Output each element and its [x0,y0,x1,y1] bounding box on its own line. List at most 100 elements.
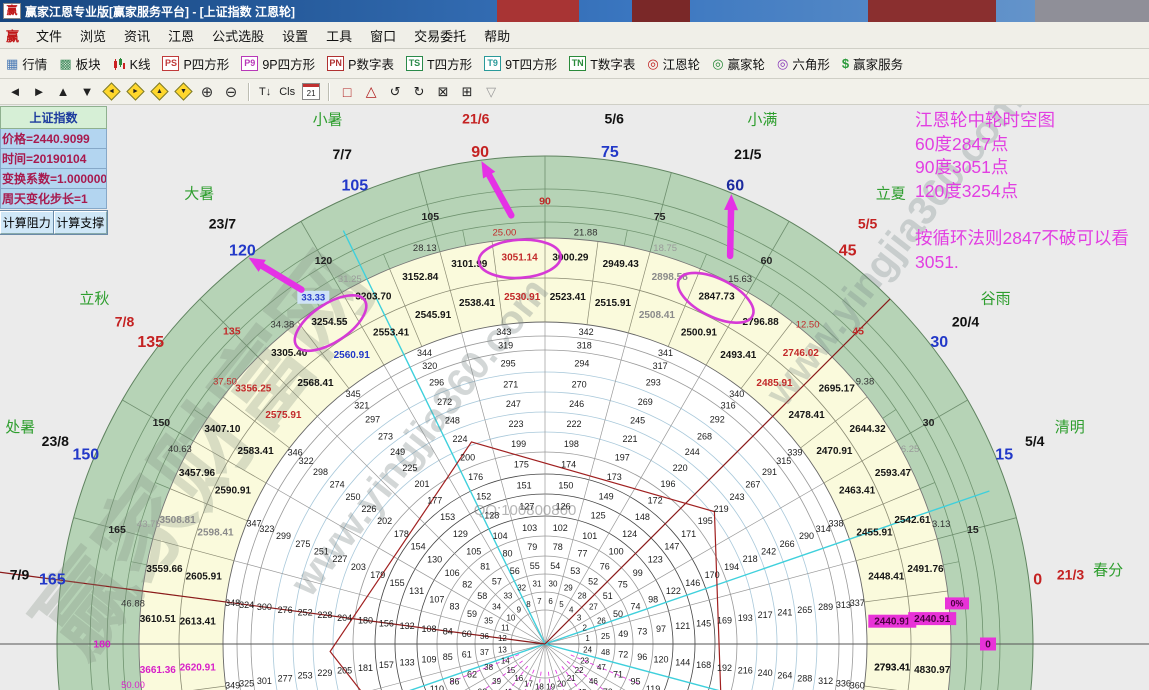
gann-wheel-chart-area: 赢家财富网www.yingjia360.comwww.yingjia360.co… [0,105,1149,690]
svg-text:222: 222 [566,419,581,429]
svg-text:8: 8 [526,600,531,609]
toolbutton-P数字表[interactable]: PNP数字表 [321,52,400,75]
menu-公式选股[interactable]: 公式选股 [203,26,273,47]
nav-first-icon[interactable]: ◄ [4,82,26,102]
nav-up-icon[interactable]: ▲ [52,82,74,102]
menu-帮助[interactable]: 帮助 [475,26,519,47]
svg-text:27: 27 [589,603,598,612]
toolbutton-T四方形[interactable]: TST四方形 [400,52,478,75]
menu-江恩[interactable]: 江恩 [159,26,203,47]
svg-text:9: 9 [517,606,522,615]
kline-icon [113,57,126,71]
svg-text:105: 105 [466,546,481,556]
toolbutton-K线[interactable]: K线 [107,52,157,75]
cls-button[interactable]: Cls [276,82,298,102]
menu-资讯[interactable]: 资讯 [115,26,159,47]
toolbutton-赢家服务[interactable]: $赢家服务 [836,52,909,75]
svg-text:2455.91: 2455.91 [856,528,893,539]
toolbutton-江恩轮[interactable]: ◎江恩轮 [641,52,706,75]
svg-text:3000.29: 3000.29 [552,252,589,263]
shift-up-icon[interactable]: ▲ [148,82,170,102]
svg-text:339: 339 [787,447,802,457]
menu-工具[interactable]: 工具 [317,26,361,47]
updown-scale-icon[interactable]: T↓ [256,82,274,102]
button-计算支撑[interactable]: 计算支撑 [54,211,108,234]
svg-text:2463.41: 2463.41 [839,486,876,497]
zoom-in-icon[interactable]: ⊕ [196,82,218,102]
svg-text:58: 58 [477,591,487,601]
toolbutton-板块[interactable]: ▩板块 [53,52,106,75]
menu-交易委托[interactable]: 交易委托 [405,26,475,47]
svg-text:61: 61 [462,650,472,660]
toolbutton-9P四方形[interactable]: P99P四方形 [235,52,321,75]
toolbutton-赢家轮[interactable]: ◎赢家轮 [706,52,771,75]
svg-text:251: 251 [314,547,329,557]
outer-degree-label: 135 [137,334,164,351]
svg-text:103: 103 [522,523,537,533]
svg-text:2478.41: 2478.41 [789,410,826,421]
nav-next-icon[interactable]: ► [28,82,50,102]
svg-text:128: 128 [484,511,499,521]
menu-设置[interactable]: 设置 [273,26,317,47]
svg-text:342: 342 [579,327,594,337]
svg-text:275: 275 [295,539,310,549]
clear-icon[interactable]: ▽ [480,82,502,102]
svg-text:3051.14: 3051.14 [502,252,539,263]
zoom-out-icon[interactable]: ⊖ [220,82,242,102]
outer-degree-label: 60 [726,177,744,194]
svg-text:220: 220 [673,463,688,473]
rotate-ccw-icon[interactable]: ↺ [384,82,406,102]
square-tool-icon[interactable]: □ [336,82,358,102]
toolbutton-六角形[interactable]: ◎六角形 [771,52,836,75]
svg-text:153: 153 [440,512,455,522]
svg-text:31.25: 31.25 [338,274,362,285]
note-line: 江恩轮中轮时空图 [915,109,1147,133]
nav-down-icon[interactable]: ▼ [76,82,98,102]
svg-text:316: 316 [721,400,736,410]
svg-text:72: 72 [618,650,628,660]
shift-down-icon[interactable]: ▼ [172,82,194,102]
svg-text:227: 227 [332,554,347,564]
shift-right-icon[interactable]: ► [124,82,146,102]
svg-text:2523.41: 2523.41 [550,292,587,303]
svg-text:172: 172 [648,496,663,506]
app-logo: 赢 [6,26,19,45]
svg-text:15: 15 [967,524,979,536]
svg-text:21.88: 21.88 [574,227,598,238]
outer-degree-label: 30 [930,334,948,351]
svg-text:11: 11 [501,623,510,632]
svg-text:133: 133 [400,657,415,667]
svg-text:7/8: 7/8 [115,313,135,329]
svg-text:205: 205 [337,666,352,676]
svg-text:31: 31 [533,579,542,588]
toolbutton-P四方形[interactable]: PSP四方形 [156,52,235,75]
svg-text:100: 100 [609,546,624,556]
menu-文件[interactable]: 文件 [27,26,71,47]
svg-text:97: 97 [656,624,666,634]
svg-text:152: 152 [476,491,491,501]
svg-text:73: 73 [637,626,647,636]
rotate-cw-icon[interactable]: ↻ [408,82,430,102]
button-计算阻力[interactable]: 计算阻力 [0,211,54,234]
svg-text:300: 300 [257,602,272,612]
toolbutton-9T四方形[interactable]: T99T四方形 [478,52,563,75]
menu-窗口[interactable]: 窗口 [361,26,405,47]
svg-text:21: 21 [567,674,576,683]
menu-浏览[interactable]: 浏览 [71,26,115,47]
svg-text:200: 200 [460,453,475,463]
fit-icon[interactable]: ⊞ [456,82,478,102]
svg-text:253: 253 [298,671,313,681]
toolbutton-行情[interactable]: ▦行情 [0,52,53,75]
svg-text:245: 245 [630,416,645,426]
svg-text:2949.43: 2949.43 [603,259,640,270]
toolbutton-T数字表[interactable]: TNT数字表 [563,52,641,75]
svg-text:337: 337 [850,598,865,608]
expand-icon[interactable]: ⊠ [432,82,454,102]
calendar-icon[interactable]: 21 [300,82,322,102]
svg-text:谷雨: 谷雨 [981,291,1011,308]
T四方形-icon: TS [406,56,423,71]
svg-text:179: 179 [370,570,385,580]
window-title: 赢家江恩专业版[赢家服务平台] - [上证指数 江恩轮] [25,3,295,20]
triangle-tool-icon[interactable]: △ [360,82,382,102]
shift-left-icon[interactable]: ◄ [100,82,122,102]
